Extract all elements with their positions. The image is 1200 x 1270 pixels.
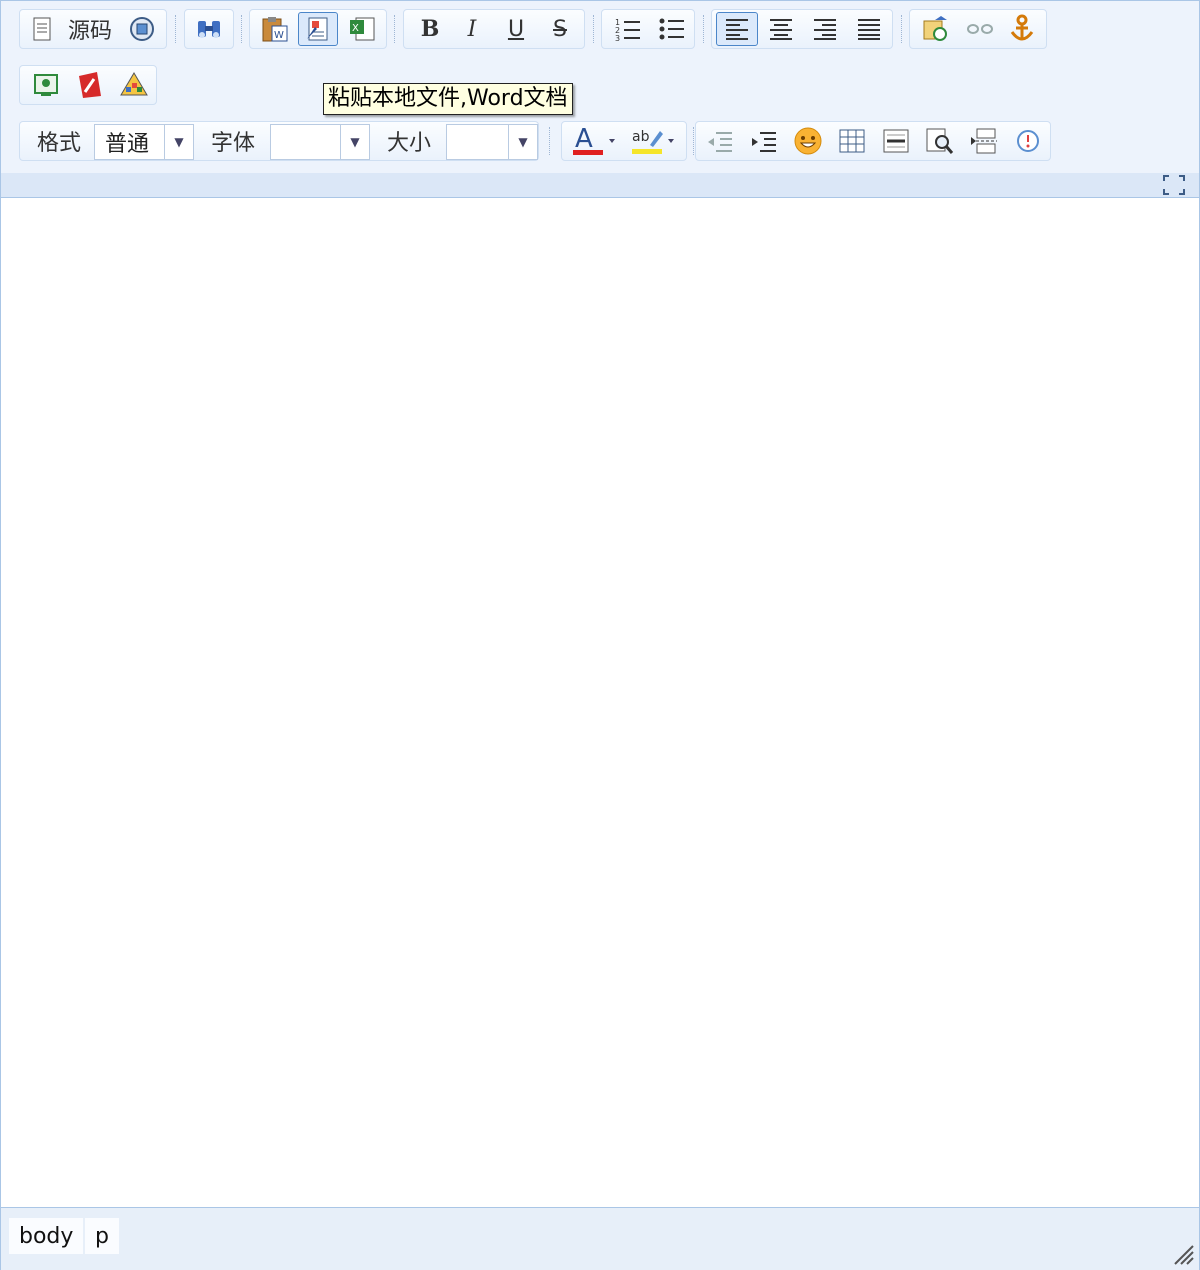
- toolbar-group-colors: A ab: [561, 121, 687, 161]
- find-replace-icon[interactable]: [191, 12, 227, 46]
- toolbar-group-text-style: B I U S: [403, 9, 585, 49]
- toolbar-group-format: 格式 普通 ▼ 字体 ▼ 大小 ▼: [19, 121, 539, 161]
- indent-icon[interactable]: [744, 124, 784, 158]
- maximize-icon[interactable]: [1163, 175, 1185, 195]
- format-select-value: 普通: [105, 132, 150, 157]
- toolbar-group-document: 源码: [19, 9, 167, 49]
- chevron-down-icon[interactable]: ▼: [340, 125, 369, 159]
- editor-toolbar: 源码 W X B I U S 1 2 3 格式 普通 ▼ 字体 ▼ 大小 ▼ A…: [1, 1, 1199, 173]
- preview-icon[interactable]: [124, 12, 160, 46]
- toolbar-separator: [901, 15, 902, 43]
- document-icon[interactable]: [26, 12, 58, 46]
- size-select[interactable]: ▼: [446, 124, 538, 160]
- horizontal-rule-icon[interactable]: [876, 124, 916, 158]
- underline-icon[interactable]: U: [496, 12, 536, 46]
- bold-icon[interactable]: B: [410, 12, 450, 46]
- size-label: 大小: [386, 131, 431, 156]
- toolbar-separator: [703, 15, 704, 43]
- font-select[interactable]: ▼: [270, 124, 370, 160]
- insert-image-icon[interactable]: [26, 68, 66, 102]
- toolbar-group-align: [711, 9, 893, 49]
- toolbar-group-paste: W X: [249, 9, 387, 49]
- toolbar-group-insert: [695, 121, 1051, 161]
- element-path-bar: body p: [1, 1207, 1199, 1270]
- toolbar-group-media: [19, 65, 157, 105]
- align-center-icon[interactable]: [760, 12, 802, 46]
- chevron-down-icon[interactable]: ▼: [164, 125, 193, 159]
- table-icon[interactable]: [832, 124, 872, 158]
- svg-text:X: X: [352, 23, 359, 34]
- insert-template-icon[interactable]: [114, 68, 154, 102]
- toolbar-row-3: 格式 普通 ▼ 字体 ▼ 大小 ▼ A ab: [1, 121, 1199, 171]
- resize-handle-icon[interactable]: [1171, 1242, 1195, 1266]
- toolbar-separator: [549, 127, 550, 155]
- paste-word-icon[interactable]: W: [256, 12, 294, 46]
- insert-link-icon[interactable]: [916, 12, 956, 46]
- highlight-color-icon[interactable]: ab: [624, 124, 682, 158]
- strikethrough-icon[interactable]: S: [540, 12, 580, 46]
- anchor-icon[interactable]: [1002, 12, 1042, 46]
- element-path-body[interactable]: body: [9, 1218, 84, 1254]
- toolbar-collapse-bar: [1, 173, 1199, 198]
- svg-text:W: W: [274, 30, 284, 41]
- unordered-list-icon[interactable]: [652, 12, 692, 46]
- tooltip: 粘贴本地文件,Word文档: [323, 83, 573, 115]
- page-break-icon[interactable]: [964, 124, 1004, 158]
- emoticon-icon[interactable]: [788, 124, 828, 158]
- align-left-icon[interactable]: [716, 12, 758, 46]
- rich-text-editor: 源码 W X B I U S 1 2 3 格式 普通 ▼ 字体 ▼ 大小 ▼ A…: [0, 0, 1200, 1270]
- svg-text:A: A: [575, 125, 593, 154]
- toolbar-separator: [394, 15, 395, 43]
- toolbar-row-1: 源码 W X B I U S 1 2 3: [1, 9, 1199, 59]
- toolbar-separator: [693, 127, 694, 155]
- toolbar-group-links: [909, 9, 1047, 49]
- font-label: 字体: [210, 131, 255, 156]
- format-select[interactable]: 普通 ▼: [94, 124, 194, 160]
- print-preview-icon[interactable]: [920, 124, 960, 158]
- toolbar-separator: [593, 15, 594, 43]
- editor-content-area[interactable]: [1, 198, 1199, 1206]
- svg-text:3: 3: [615, 34, 620, 42]
- ordered-list-icon[interactable]: 123: [608, 12, 648, 46]
- unlink-icon[interactable]: [960, 12, 1000, 46]
- svg-text:ab: ab: [632, 129, 650, 145]
- element-path-p[interactable]: p: [85, 1218, 119, 1254]
- toolbar-group-search: [184, 9, 234, 49]
- toolbar-group-lists: 123: [601, 9, 695, 49]
- format-label: 格式: [36, 131, 81, 156]
- toolbar-row-2: [1, 65, 201, 115]
- align-right-icon[interactable]: [804, 12, 846, 46]
- font-color-icon[interactable]: A: [566, 124, 622, 158]
- insert-flash-icon[interactable]: [70, 68, 110, 102]
- paste-local-file-icon[interactable]: [298, 12, 338, 46]
- toolbar-separator: [241, 15, 242, 43]
- align-justify-icon[interactable]: [848, 12, 890, 46]
- paste-excel-icon[interactable]: X: [342, 12, 382, 46]
- toolbar-separator: [175, 15, 176, 43]
- italic-icon[interactable]: I: [452, 12, 492, 46]
- outdent-icon[interactable]: [700, 124, 740, 158]
- chevron-down-icon[interactable]: ▼: [508, 125, 537, 159]
- help-icon[interactable]: [1008, 124, 1048, 158]
- source-button[interactable]: 源码: [62, 12, 118, 46]
